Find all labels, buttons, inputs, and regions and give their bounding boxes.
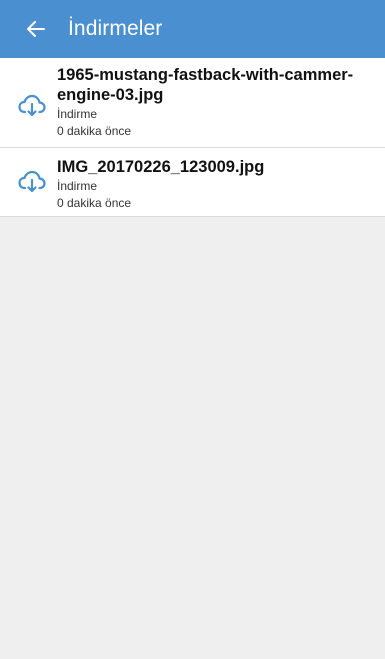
arrow-left-icon	[27, 21, 45, 37]
download-type: İndirme	[57, 107, 98, 121]
download-filename-line-1: 1965-mustang-fastback-with-cammer-	[57, 66, 354, 84]
download-time: 0 dakika önce	[57, 196, 132, 210]
cloud-download-icon	[18, 170, 46, 193]
download-filename-line-2: engine-03.jpg	[57, 86, 164, 104]
download-item[interactable]: 1965-mustang-fastback-with-cammer- engin…	[0, 58, 385, 148]
back-button[interactable]	[22, 15, 50, 43]
download-type: İndirme	[57, 179, 98, 193]
download-item[interactable]: IMG_20170226_123009.jpg İndirme 0 dakika…	[0, 148, 385, 217]
cloud-download-icon	[18, 94, 46, 117]
download-filename: IMG_20170226_123009.jpg	[57, 158, 265, 176]
app-bar: İndirmeler	[0, 0, 385, 58]
download-item-content: 1965-mustang-fastback-with-cammer- engin…	[57, 58, 353, 139]
download-time: 0 dakika önce	[57, 124, 132, 138]
download-item-content: IMG_20170226_123009.jpg İndirme 0 dakika…	[57, 148, 264, 211]
download-filename: 1965-mustang-fastback-with-cammer- engin…	[57, 65, 353, 105]
page-title: İndirmeler	[68, 17, 163, 40]
downloads-list: 1965-mustang-fastback-with-cammer- engin…	[0, 58, 385, 217]
